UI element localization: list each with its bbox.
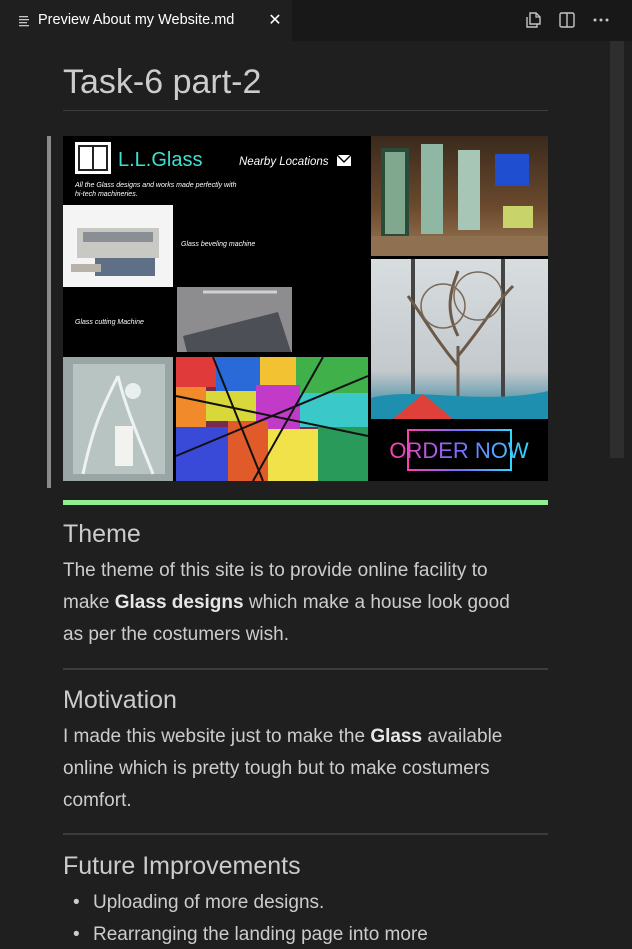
paragraph: I made this website just to make the Gla… [63, 721, 548, 817]
editor-actions [522, 9, 612, 31]
close-icon[interactable]: ✕ [266, 11, 284, 29]
section-motivation: Motivation I made this website just to m… [63, 686, 548, 817]
line: comfort. [63, 790, 132, 811]
more-actions-button[interactable] [590, 9, 612, 31]
tagline-line-2: hi-tech machineries. [75, 191, 138, 198]
list-item: Rearranging the landing page into more [43, 919, 548, 949]
split-editor-icon [559, 12, 575, 28]
beveling-caption: Glass beveling machine [181, 241, 255, 248]
editor-tab-bar: Preview About my Website.md ✕ [0, 0, 632, 41]
more-actions-icon [593, 18, 609, 22]
line: The theme of this site is to provide onl… [63, 560, 488, 581]
line: I made this website just to make the Gla… [63, 726, 503, 747]
split-editor-button[interactable] [556, 9, 578, 31]
section-heading: Theme [63, 520, 141, 548]
website-collage: L.L.Glass Nearby Locations All the Glass… [63, 136, 548, 481]
tab-label: Preview About my Website.md [38, 12, 235, 28]
stained-glass-mosaic [175, 356, 369, 481]
accent-divider [63, 500, 548, 505]
improvements-list: Uploading of more designs. Rearranging t… [43, 887, 548, 949]
bold-text: Glass [370, 726, 423, 747]
list-item: Uploading of more designs. [43, 887, 548, 919]
line: make Glass designs which make a house lo… [63, 592, 510, 613]
section-heading: Motivation [63, 686, 177, 714]
line: as per the costumers wish. [63, 624, 289, 645]
blockquote-bar [47, 136, 51, 488]
page-title: Task-6 part-2 [63, 41, 548, 111]
preview-lines-icon [19, 16, 29, 27]
section-future-improvements: Future Improvements Uploading of more de… [63, 852, 548, 949]
brand-name: L.L.Glass [118, 149, 202, 171]
section-divider [63, 668, 548, 670]
open-source-button[interactable] [522, 9, 544, 31]
paragraph: The theme of this site is to provide onl… [63, 555, 548, 651]
scrollbar-thumb[interactable] [610, 41, 624, 458]
nav-nearby-locations: Nearby Locations [239, 156, 329, 168]
tab-preview[interactable]: Preview About my Website.md ✕ [0, 0, 292, 41]
order-now-label: ORDER NOW [389, 438, 529, 463]
section-divider [63, 833, 548, 835]
line: online which is pretty tough but to make… [63, 758, 490, 779]
open-source-icon [526, 12, 541, 28]
markdown-preview: Task-6 part-2 [63, 41, 548, 111]
section-heading: Future Improvements [63, 852, 301, 880]
bold-text: Glass designs [114, 592, 244, 613]
website-screenshot-image: L.L.Glass Nearby Locations All the Glass… [63, 136, 548, 481]
cutting-caption: Glass cutting Machine [75, 319, 144, 326]
tagline-line-1: All the Glass designs and works made per… [74, 182, 237, 189]
section-theme: Theme The theme of this site is to provi… [63, 520, 548, 651]
